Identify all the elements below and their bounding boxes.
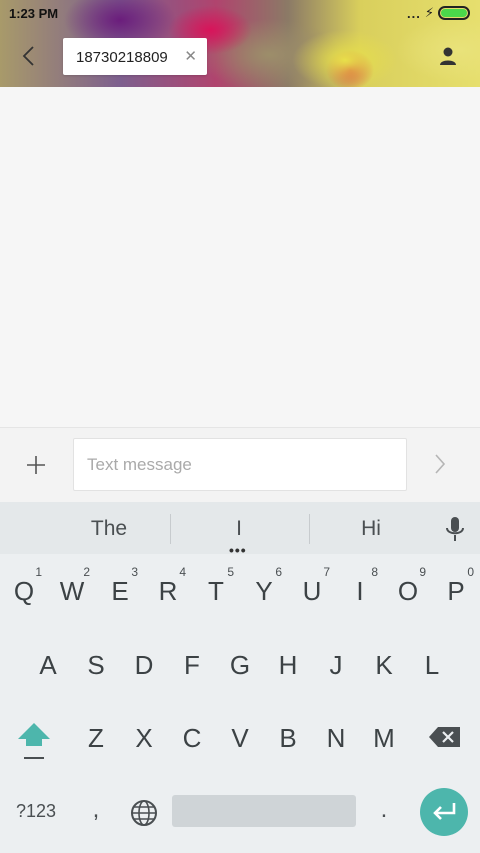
key-a[interactable]: A <box>24 632 72 698</box>
notification-dots: ... <box>407 5 421 21</box>
key-b[interactable]: B <box>264 705 312 771</box>
key-r[interactable]: R4 <box>144 558 192 624</box>
key-v[interactable]: V <box>216 705 264 771</box>
key-d[interactable]: D <box>120 632 168 698</box>
remove-recipient-button[interactable]: ✕ <box>184 47 197 65</box>
back-button[interactable] <box>14 42 42 70</box>
globe-icon <box>131 800 157 826</box>
key-q[interactable]: Q1 <box>0 558 48 624</box>
key-hint: 5 <box>227 565 234 579</box>
key-hint: 3 <box>131 565 138 579</box>
status-time: 1:23 PM <box>9 6 59 21</box>
charging-icon: ⚡ <box>424 5 434 20</box>
compose-bar <box>0 427 480 502</box>
enter-key[interactable] <box>420 788 468 836</box>
comma-key[interactable]: , <box>80 790 112 830</box>
recipient-chip[interactable]: 18730218809 ✕ <box>63 38 207 75</box>
key-p[interactable]: P0 <box>432 558 480 624</box>
message-input[interactable] <box>73 438 407 491</box>
voice-input-button[interactable] <box>443 515 467 543</box>
key-y[interactable]: Y6 <box>240 558 288 624</box>
key-hint: 2 <box>83 565 90 579</box>
key-t[interactable]: T5 <box>192 558 240 624</box>
plus-icon <box>27 456 45 474</box>
key-hint: 6 <box>275 565 282 579</box>
key-label: U <box>302 575 322 606</box>
contact-button[interactable] <box>436 44 460 68</box>
send-button[interactable] <box>433 452 457 480</box>
key-hint: 7 <box>323 565 330 579</box>
key-label: Y <box>255 575 273 606</box>
suggestion-strip: The I ••• Hi <box>0 502 480 557</box>
key-label: P <box>447 575 465 606</box>
backspace-icon <box>429 727 460 747</box>
key-u[interactable]: U7 <box>288 558 336 624</box>
recipient-number: 18730218809 <box>76 49 168 66</box>
key-i[interactable]: I8 <box>336 558 384 624</box>
chevron-right-icon <box>435 454 446 474</box>
shift-icon <box>18 723 50 759</box>
key-o[interactable]: O9 <box>384 558 432 624</box>
key-x[interactable]: X <box>120 705 168 771</box>
key-hint: 0 <box>467 565 474 579</box>
suggestion-2[interactable]: I <box>200 517 278 541</box>
key-label: O <box>397 575 419 606</box>
key-j[interactable]: J <box>312 632 360 698</box>
key-h[interactable]: H <box>264 632 312 698</box>
key-c[interactable]: C <box>168 705 216 771</box>
key-label: E <box>111 575 129 606</box>
chevron-left-icon <box>22 46 34 66</box>
conversation-header: 1:23 PM ... ⚡ 18730218809 ✕ <box>0 0 480 87</box>
key-l[interactable]: L <box>408 632 456 698</box>
status-bar: 1:23 PM ... ⚡ <box>0 0 480 28</box>
period-key[interactable]: . <box>368 790 400 830</box>
status-indicators: ... ⚡ <box>407 5 470 21</box>
key-f[interactable]: F <box>168 632 216 698</box>
key-e[interactable]: E3 <box>96 558 144 624</box>
suggestion-3[interactable]: Hi <box>332 517 410 541</box>
attach-button[interactable] <box>22 451 50 479</box>
key-g[interactable]: G <box>216 632 264 698</box>
key-label: I <box>356 575 364 606</box>
key-hint: 8 <box>371 565 378 579</box>
key-label: R <box>158 575 178 606</box>
battery-icon <box>438 6 470 20</box>
shift-key[interactable] <box>10 708 58 768</box>
spacebar[interactable] <box>172 795 356 827</box>
soft-keyboard: The I ••• Hi Q1 W2 E3 R4 T5 Y6 U7 I8 O9 … <box>0 502 480 853</box>
key-k[interactable]: K <box>360 632 408 698</box>
person-icon <box>440 47 456 65</box>
suggestion-1[interactable]: The <box>70 517 148 541</box>
key-hint: 1 <box>35 565 42 579</box>
more-suggestions-icon[interactable]: ••• <box>229 543 247 557</box>
symbols-key[interactable]: ?123 <box>8 795 64 827</box>
suggestion-divider <box>170 514 171 544</box>
key-hint: 4 <box>179 565 186 579</box>
key-label: Q <box>13 575 35 606</box>
key-label: T <box>208 575 224 606</box>
enter-icon <box>433 803 456 820</box>
key-z[interactable]: Z <box>72 705 120 771</box>
key-w[interactable]: W2 <box>48 558 96 624</box>
conversation-area[interactable] <box>0 87 480 427</box>
backspace-key[interactable] <box>425 722 465 752</box>
key-m[interactable]: M <box>360 705 408 771</box>
key-label: W <box>59 575 85 606</box>
key-s[interactable]: S <box>72 632 120 698</box>
microphone-icon <box>446 517 464 541</box>
language-key[interactable] <box>128 797 160 829</box>
suggestion-divider <box>309 514 310 544</box>
key-n[interactable]: N <box>312 705 360 771</box>
key-hint: 9 <box>419 565 426 579</box>
